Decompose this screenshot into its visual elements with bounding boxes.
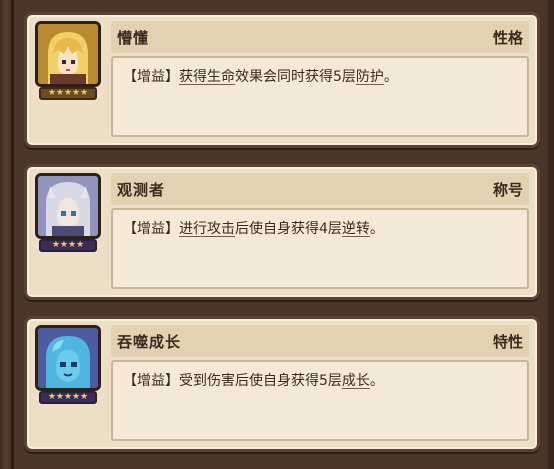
blue-slime-hero-portrait-icon [35, 325, 101, 391]
trait-description-box: 【增益】受到伤害后使自身获得5层成长。 [111, 360, 529, 441]
desc-prefix: 【增益】 [123, 221, 179, 237]
left-frame [0, 0, 14, 469]
star-rating: ★★★★★ [39, 391, 97, 404]
keyword-link[interactable]: 防护 [356, 69, 384, 85]
desc-suffix: 。 [369, 373, 384, 389]
trait-description: 【增益】受到伤害后使自身获得5层成长。 [123, 370, 384, 390]
trait-name: 观测者 [117, 181, 166, 199]
trait-card[interactable]: ★★★★★ 懵懂 性格 【增益】获得生命效果会同时获得5层防护。 [24, 12, 540, 148]
trait-description-box: 【增益】获得生命效果会同时获得5层防护。 [111, 56, 529, 137]
keyword-link[interactable]: 进行攻击 [179, 221, 235, 237]
trait-category: 称号 [492, 181, 523, 199]
star-rating: ★★★★ [39, 239, 97, 252]
desc-prefix: 【增益】 [123, 69, 179, 85]
trait-name: 懵懂 [117, 29, 150, 47]
right-frame [548, 0, 554, 469]
desc-prefix: 【增益】 [123, 373, 179, 389]
keyword-link[interactable]: 成长 [342, 373, 370, 389]
blonde-hero-portrait-icon [35, 21, 101, 87]
desc-suffix: 。 [369, 221, 384, 237]
trait-description: 【增益】获得生命效果会同时获得5层防护。 [123, 66, 398, 86]
trait-card[interactable]: ★★★★ 观测者 称号 【增益】进行攻击后使自身获得4层逆转。 [24, 164, 540, 300]
desc-body: 效果会同时获得5层 [235, 69, 356, 85]
trait-card[interactable]: ★★★★★ 吞噬成长 特性 【增益】受到伤害后使自身获得5层成长。 [24, 316, 540, 452]
title-bar [111, 173, 529, 205]
trait-description-box: 【增益】进行攻击后使自身获得4层逆转。 [111, 208, 529, 289]
keyword-link[interactable]: 逆转 [342, 221, 370, 237]
keyword-link[interactable]: 获得生命 [179, 69, 235, 85]
trait-category: 性格 [492, 29, 523, 47]
desc-suffix: 。 [383, 69, 398, 85]
title-bar [111, 21, 529, 53]
silver-hair-hero-portrait-icon [35, 173, 101, 239]
desc-body: 受到伤害后使自身获得5层 [179, 373, 342, 389]
star-rating: ★★★★★ [39, 87, 97, 100]
trait-category: 特性 [492, 333, 523, 351]
desc-body: 后使自身获得4层 [235, 221, 342, 237]
trait-name: 吞噬成长 [117, 333, 182, 351]
trait-description: 【增益】进行攻击后使自身获得4层逆转。 [123, 218, 384, 238]
